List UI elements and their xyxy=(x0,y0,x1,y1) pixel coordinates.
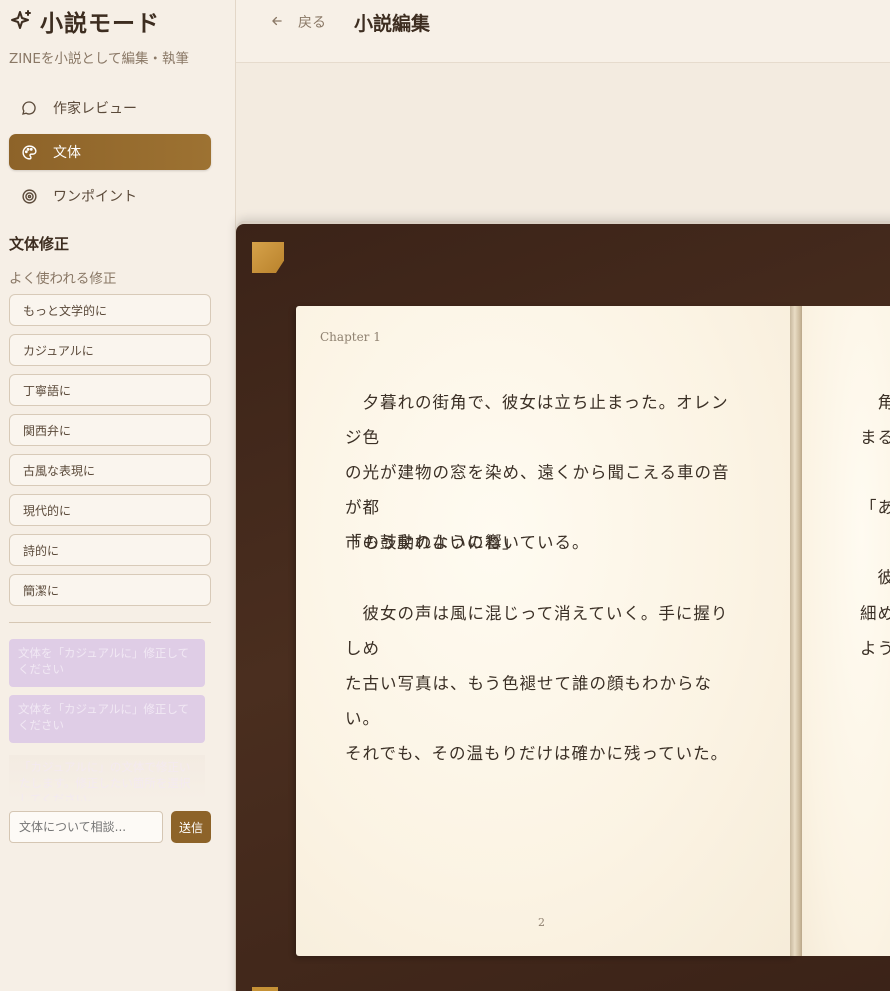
text-line: よう xyxy=(860,639,890,658)
nav-label: 文体 xyxy=(53,145,81,161)
sparkle-icon xyxy=(11,10,31,29)
style-chat-input[interactable] xyxy=(9,811,163,843)
brand-title: 小説モード xyxy=(40,11,160,37)
divider xyxy=(9,622,211,623)
palette-icon xyxy=(20,143,38,161)
brand: 小説モード xyxy=(9,6,160,37)
paragraph[interactable]: 彼女の声は風に混じって消えていく。手に握りしめ た古い写真は、もう色褪せて誰の顔… xyxy=(345,596,740,771)
text-line: 角 xyxy=(877,393,890,412)
preset-concise-button[interactable]: 簡潔に xyxy=(9,574,211,606)
text-line: 彼 xyxy=(877,568,890,587)
chat-message-user: 文体を「カジュアルに」修正してください xyxy=(9,639,205,687)
nav-item-one-point[interactable]: ワンポイント xyxy=(9,178,211,214)
back-button[interactable]: 戻る xyxy=(270,12,326,32)
text-line: の光が建物の窓を染め、遠くから聞こえる車の音が都 xyxy=(345,463,730,517)
preset-polite-button[interactable]: 丁寧語に xyxy=(9,374,211,406)
preset-casual-button[interactable]: カジュアルに xyxy=(9,334,211,366)
preset-literary-button[interactable]: もっと文学的に xyxy=(9,294,211,326)
preset-archaic-button[interactable]: 古風な表現に xyxy=(9,454,211,486)
preset-poetic-button[interactable]: 詩的に xyxy=(9,534,211,566)
back-label: 戻る xyxy=(298,15,326,31)
text-line: それでも、その温もりだけは確かに残っていた。 xyxy=(345,744,729,763)
chapter-label: Chapter 1 xyxy=(320,330,381,344)
brand-subtitle: ZINEを小説として編集・執筆 xyxy=(9,51,189,67)
nav-label: 作家レビュー xyxy=(53,101,137,117)
chat-message-assistant: 「カジュアルに」の文体で修正いたします。修正したい箇所を選択してください。 xyxy=(9,755,205,801)
text-line: 彼女の声は風に混じって消えていく。手に握りしめ xyxy=(345,604,729,658)
header-bar: 戻る 小説編集 xyxy=(236,0,890,63)
arrow-left-icon xyxy=(270,13,284,32)
send-button[interactable]: 送信 xyxy=(171,811,211,843)
bookmark-ribbon-bottom xyxy=(252,987,278,991)
text-line: まる xyxy=(860,428,890,447)
style-section-title: 文体修正 xyxy=(9,235,70,253)
style-section-subtitle: よく使われる修正 xyxy=(9,271,117,287)
paragraph[interactable]: 「もう戻れないのね」 xyxy=(345,525,740,560)
page-title: 小説編集 xyxy=(354,13,431,35)
text-line: 夕暮れの街角で、彼女は立ち止まった。オレンジ色 xyxy=(345,393,729,447)
chat-message-user: 文体を「カジュアルに」修正してください xyxy=(9,695,205,743)
preset-kansai-button[interactable]: 関西弁に xyxy=(9,414,211,446)
book-spine xyxy=(790,306,802,956)
sidebar: 小説モード ZINEを小説として編集・執筆 作家レビュー 文体 ワンポイント 文… xyxy=(0,0,236,991)
text-line: た古い写真は、もう色褪せて誰の顔もわからない。 xyxy=(345,674,713,728)
speech-bubble-icon xyxy=(20,99,38,117)
nav-item-writer-review[interactable]: 作家レビュー xyxy=(9,90,211,126)
preset-modern-button[interactable]: 現代的に xyxy=(9,494,211,526)
nav-item-style[interactable]: 文体 xyxy=(9,134,211,170)
text-line: 細め xyxy=(860,604,890,623)
text-line: 「もう戻れないのね」 xyxy=(345,533,520,552)
page-number: 2 xyxy=(538,916,545,929)
target-icon xyxy=(20,187,38,205)
nav-label: ワンポイント xyxy=(53,189,137,205)
text-line: 「あ xyxy=(860,498,890,517)
